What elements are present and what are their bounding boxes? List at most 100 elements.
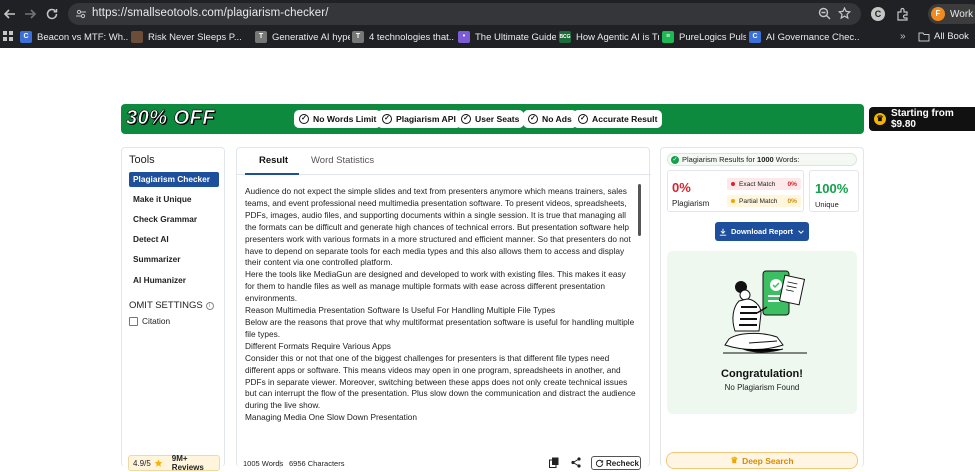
- tool-make-it-unique[interactable]: Make it Unique: [129, 192, 219, 207]
- bookmark-star-icon[interactable]: [838, 7, 851, 20]
- chevron-down-icon: [798, 229, 804, 234]
- citation-checkbox[interactable]: Citation: [129, 316, 170, 326]
- active-tab-indicator: [245, 173, 299, 175]
- check-circle-icon: ✓: [528, 114, 538, 124]
- deep-search-button[interactable]: ♛ Deep Search: [666, 452, 858, 469]
- share-icon[interactable]: [571, 457, 581, 468]
- tool-ai-humanizer[interactable]: AI Humanizer: [129, 273, 219, 288]
- bookmark-label: Beacon vs MTF: Wh...: [37, 31, 128, 43]
- extensions-puzzle-icon[interactable]: [896, 7, 910, 21]
- check-circle-icon: ✓: [382, 114, 392, 124]
- tab-word-statistics[interactable]: Word Statistics: [311, 155, 374, 166]
- all-bookmarks-label: All Book: [934, 31, 969, 42]
- tool-summarizer[interactable]: Summarizer: [129, 252, 219, 267]
- site-info-icon[interactable]: [75, 8, 87, 20]
- rating-score: 4.9/5: [133, 458, 151, 468]
- checked-text[interactable]: Audience do not expect the simple slides…: [245, 186, 637, 434]
- recheck-label: Recheck: [606, 458, 639, 468]
- url-text[interactable]: https://smallseotools.com/plagiarism-che…: [92, 7, 329, 19]
- unique-percent: 100%: [815, 181, 849, 196]
- text-scrollbar[interactable]: [638, 184, 641, 236]
- promo-banner[interactable]: 30% OFF ✓ No Words Limit ✓ Plagiarism API …: [121, 104, 975, 134]
- bookmark-item[interactable]: C Beacon vs MTF: Wh...: [20, 31, 128, 43]
- apps-grid-icon[interactable]: [3, 31, 14, 42]
- refresh-icon: [595, 459, 604, 467]
- image-favicon: [131, 31, 143, 43]
- results-header: ✓ Plagiarism Results for 1000 Words:: [667, 153, 857, 166]
- result-tabs: Result Word Statistics: [237, 148, 651, 175]
- tool-detect-ai[interactable]: Detect AI: [129, 232, 219, 247]
- starting-price-label: Starting from $9.80: [890, 108, 954, 130]
- reload-icon[interactable]: [44, 6, 60, 22]
- address-bar[interactable]: https://smallseotools.com/plagiarism-che…: [68, 3, 861, 25]
- unique-score-box: 100% Unique: [809, 170, 859, 212]
- checkbox-box[interactable]: [129, 316, 138, 326]
- starting-price-button[interactable]: ♛ Starting from $9.80: [869, 107, 975, 131]
- text-paragraph: Below are the reasons that prove that wh…: [245, 316, 635, 339]
- person-with-phone-illustration: [723, 270, 807, 354]
- plagiarism-percent: 0%: [672, 180, 691, 195]
- rating-badge: 4.9/5 9M+ Reviews: [128, 454, 220, 472]
- results-summary-panel: ✓ Plagiarism Results for 1000 Words: 0% …: [660, 147, 864, 469]
- partial-match-row: Partial Match 0%: [727, 195, 801, 207]
- bookmarks-bar: C Beacon vs MTF: Wh... Risk Never Sleeps P…: [0, 28, 975, 48]
- bookmarks-overflow-button[interactable]: »: [900, 31, 906, 42]
- all-bookmarks-button[interactable]: All Book: [918, 31, 969, 42]
- bookmark-item[interactable]: T Generative AI hype...: [255, 31, 350, 43]
- bookmark-item[interactable]: BCG How Agentic AI is Tr...: [559, 31, 659, 43]
- tool-check-grammar[interactable]: Check Grammar: [129, 212, 219, 227]
- back-arrow-icon[interactable]: [2, 6, 18, 22]
- partial-match-dot: [731, 199, 735, 203]
- bookmark-item[interactable]: C AI Governance Chec...: [749, 31, 859, 43]
- forward-arrow-icon[interactable]: [22, 6, 38, 22]
- avatar: F: [931, 7, 945, 21]
- spotify-icon: ≡: [662, 31, 674, 43]
- check-icon: ✓: [671, 155, 679, 164]
- bookmark-label: PureLogics Pulse | P...: [679, 31, 746, 43]
- text-paragraph: Managing Media One Slow Down Presentatio…: [245, 412, 418, 423]
- text-paragraph: Here the tools like MediaGun are designe…: [245, 269, 626, 304]
- bookmark-item[interactable]: ≡ PureLogics Pulse | P...: [662, 31, 746, 43]
- citation-label: Citation: [142, 316, 171, 326]
- exact-match-dot: [731, 182, 735, 186]
- text-paragraph: Audience do not expect the simple slides…: [245, 186, 631, 268]
- bookmark-label: How Agentic AI is Tr...: [576, 31, 659, 43]
- result-panel: Result Word Statistics Audience do not e…: [236, 147, 651, 470]
- bookmark-item[interactable]: • The Ultimate Guide...: [458, 31, 556, 43]
- bookmark-item[interactable]: T 4 technologies that...: [352, 31, 454, 43]
- t-favicon: T: [255, 31, 267, 43]
- text-paragraph: Different Formats Require Various Apps: [245, 340, 391, 351]
- crown-icon: ♛: [730, 455, 739, 465]
- bookmark-label: 4 technologies that...: [369, 31, 454, 43]
- check-circle-icon: ✓: [299, 114, 309, 124]
- check-circle-icon: ✓: [461, 114, 471, 124]
- tool-plagiarism-checker[interactable]: Plagiarism Checker: [129, 172, 219, 187]
- recheck-button[interactable]: Recheck: [591, 456, 641, 470]
- profile-chip[interactable]: F Work: [928, 4, 975, 24]
- plagiarism-score-box: 0% Plagiarism Exact Match 0% Partial Mat…: [667, 170, 804, 212]
- feature-accurate-result: ✓ Accurate Result: [573, 110, 663, 128]
- text-stats-bar: 1005 Words | 6956 Characters Recheck: [237, 453, 651, 470]
- t-favicon: T: [352, 31, 364, 43]
- c-favicon: C: [749, 31, 761, 43]
- exact-match-row: Exact Match 0%: [727, 178, 801, 190]
- copy-icon[interactable]: [549, 457, 559, 468]
- no-plagiarism-text: No Plagiarism Found: [724, 383, 800, 392]
- feature-no-ads: ✓ No Ads: [523, 110, 577, 128]
- profile-label: Work: [950, 8, 974, 20]
- bookmark-label: AI Governance Chec...: [766, 31, 859, 43]
- bookmark-item[interactable]: Risk Never Sleeps P...: [131, 31, 251, 43]
- unique-label: Unique: [815, 200, 839, 209]
- purple-favicon: •: [458, 31, 470, 43]
- info-icon[interactable]: i: [205, 301, 214, 310]
- bcg-favicon: BCG: [559, 31, 571, 43]
- zoom-icon[interactable]: [818, 7, 831, 20]
- tab-result[interactable]: Result: [259, 155, 288, 166]
- feature-plagiarism-api: ✓ Plagiarism API: [377, 110, 461, 128]
- bookmark-label: Risk Never Sleeps P...: [148, 31, 242, 43]
- extension-c-icon[interactable]: C: [871, 7, 885, 21]
- download-report-button[interactable]: Download Report: [715, 222, 809, 241]
- download-icon: [719, 228, 727, 236]
- browser-toolbar: https://smallseotools.com/plagiarism-che…: [0, 0, 975, 28]
- crown-icon: ♛: [874, 113, 886, 125]
